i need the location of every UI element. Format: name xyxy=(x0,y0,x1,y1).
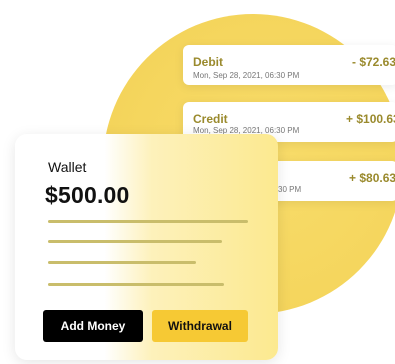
transaction-card-debit[interactable]: Debit Mon, Sep 28, 2021, 06:30 PM - $72.… xyxy=(183,45,395,85)
wallet-card: Wallet $500.00 Add Money Withdrawal xyxy=(15,134,278,360)
wallet-title: Wallet xyxy=(48,159,87,175)
wallet-balance: $500.00 xyxy=(45,182,130,208)
placeholder-line xyxy=(48,283,224,286)
withdrawal-button[interactable]: Withdrawal xyxy=(152,310,248,342)
transaction-type: Credit xyxy=(193,112,228,126)
transaction-amount: - $72.63 xyxy=(352,55,395,69)
placeholder-line xyxy=(48,240,222,243)
transaction-amount: + $100.63 xyxy=(346,112,395,126)
transaction-date: Mon, Sep 28, 2021, 06:30 PM xyxy=(193,71,300,80)
transaction-type: Debit xyxy=(193,55,223,69)
transaction-date: 30 PM xyxy=(278,185,302,194)
placeholder-line xyxy=(48,261,196,264)
transaction-amount: + $80.63 xyxy=(349,171,395,185)
placeholder-line xyxy=(48,220,248,223)
add-money-button[interactable]: Add Money xyxy=(43,310,143,342)
